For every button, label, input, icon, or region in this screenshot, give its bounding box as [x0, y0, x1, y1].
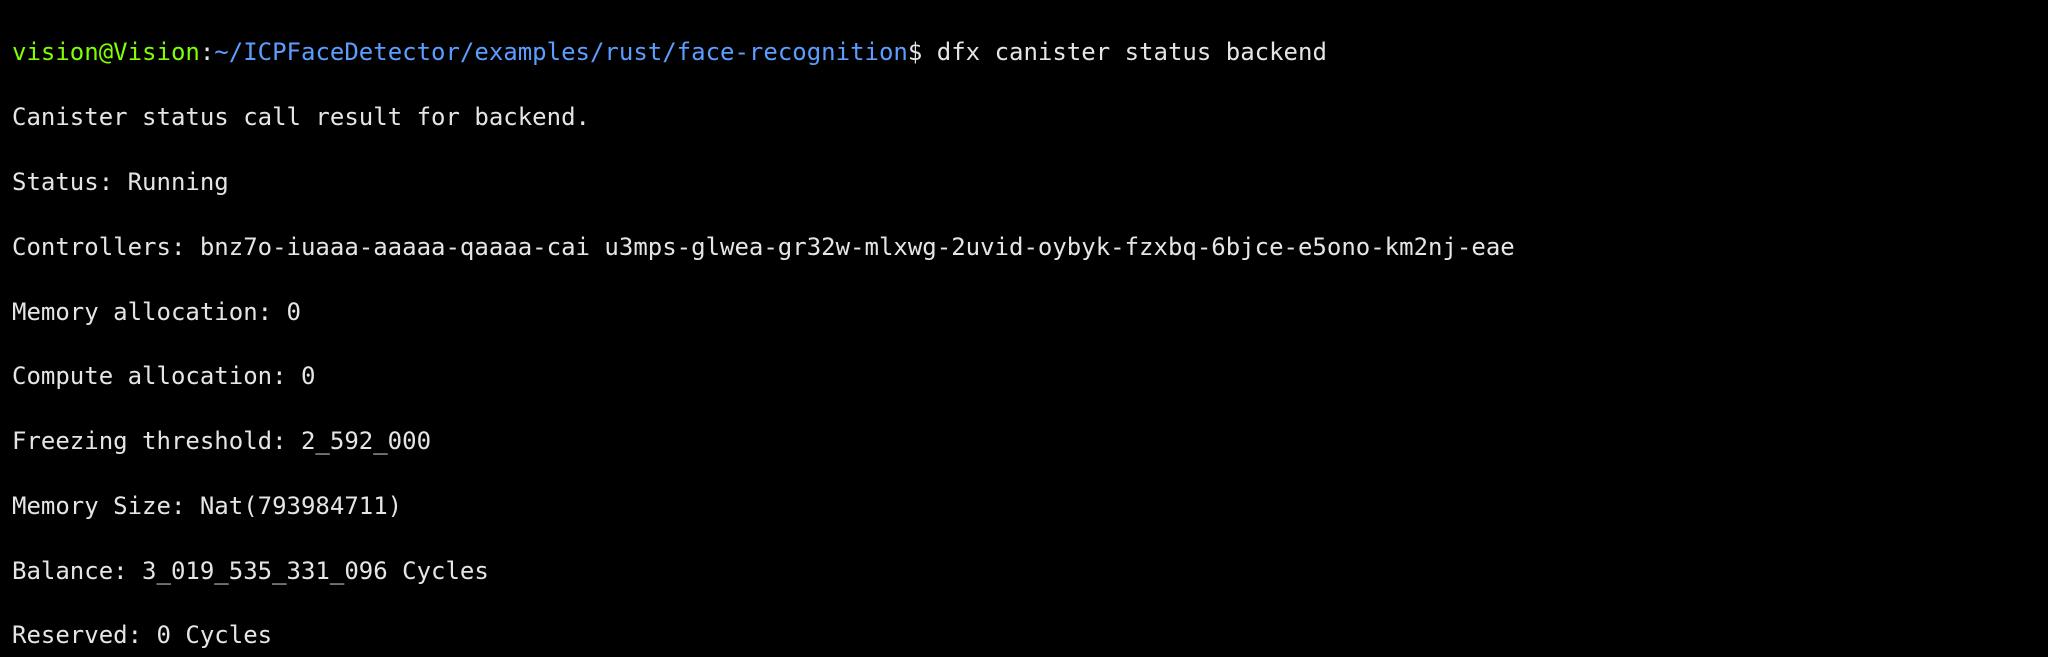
output-line: Memory Size: Nat(793984711) [12, 490, 2036, 522]
terminal[interactable]: vision@Vision:~/ICPFaceDetector/examples… [0, 0, 2048, 657]
prompt-line: vision@Vision:~/ICPFaceDetector/examples… [12, 36, 2036, 68]
output-line: Compute allocation: 0 [12, 360, 2036, 392]
prompt-path: ~/ICPFaceDetector/examples/rust/face-rec… [214, 38, 908, 66]
output-line: Reserved: 0 Cycles [12, 619, 2036, 651]
prompt-dollar: $ [908, 38, 922, 66]
prompt-user-host: vision@Vision [12, 38, 200, 66]
prompt-colon: : [200, 38, 214, 66]
output-line: Freezing threshold: 2_592_000 [12, 425, 2036, 457]
output-line: Canister status call result for backend. [12, 101, 2036, 133]
output-line: Balance: 3_019_535_331_096 Cycles [12, 555, 2036, 587]
command-text: dfx canister status backend [937, 38, 1327, 66]
output-line: Memory allocation: 0 [12, 296, 2036, 328]
output-line: Controllers: bnz7o-iuaaa-aaaaa-qaaaa-cai… [12, 231, 2036, 263]
output-line: Status: Running [12, 166, 2036, 198]
